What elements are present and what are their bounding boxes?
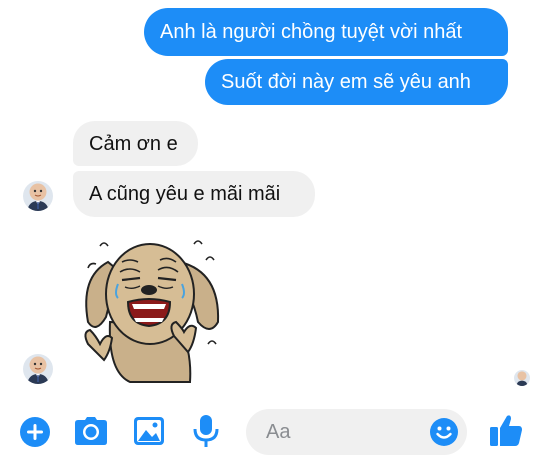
message-composer[interactable]	[246, 409, 467, 455]
message-text: Suốt đời này em sẽ yêu anh	[221, 71, 471, 93]
baby-avatar-icon	[23, 354, 53, 384]
outgoing-message[interactable]: Suốt đời này em sẽ yêu anh	[205, 59, 508, 105]
message-text: A cũng yêu e mãi mãi	[89, 183, 281, 205]
message-text: Anh là người chồng tuyệt vời nhất	[160, 21, 463, 43]
plus-icon[interactable]	[19, 416, 51, 448]
contact-avatar[interactable]	[23, 181, 53, 211]
crying-dog-icon	[84, 240, 220, 383]
like-icon[interactable]	[489, 413, 523, 447]
emoji-icon[interactable]	[429, 417, 459, 447]
baby-avatar-icon	[514, 370, 530, 386]
baby-avatar-icon	[23, 181, 53, 211]
mic-icon[interactable]	[192, 414, 220, 448]
contact-avatar[interactable]	[23, 354, 53, 384]
image-icon[interactable]	[133, 415, 165, 447]
seen-indicator-avatar	[514, 370, 530, 386]
message-text: Cảm ơn e	[89, 132, 178, 155]
message-input[interactable]	[266, 409, 416, 455]
incoming-message[interactable]: Cảm ơn e	[73, 121, 198, 166]
crying-dog-sticker[interactable]	[70, 232, 232, 386]
incoming-message[interactable]: A cũng yêu e mãi mãi	[73, 171, 315, 217]
outgoing-message[interactable]: Anh là người chồng tuyệt vời nhất	[144, 8, 508, 56]
camera-icon[interactable]	[74, 416, 108, 446]
